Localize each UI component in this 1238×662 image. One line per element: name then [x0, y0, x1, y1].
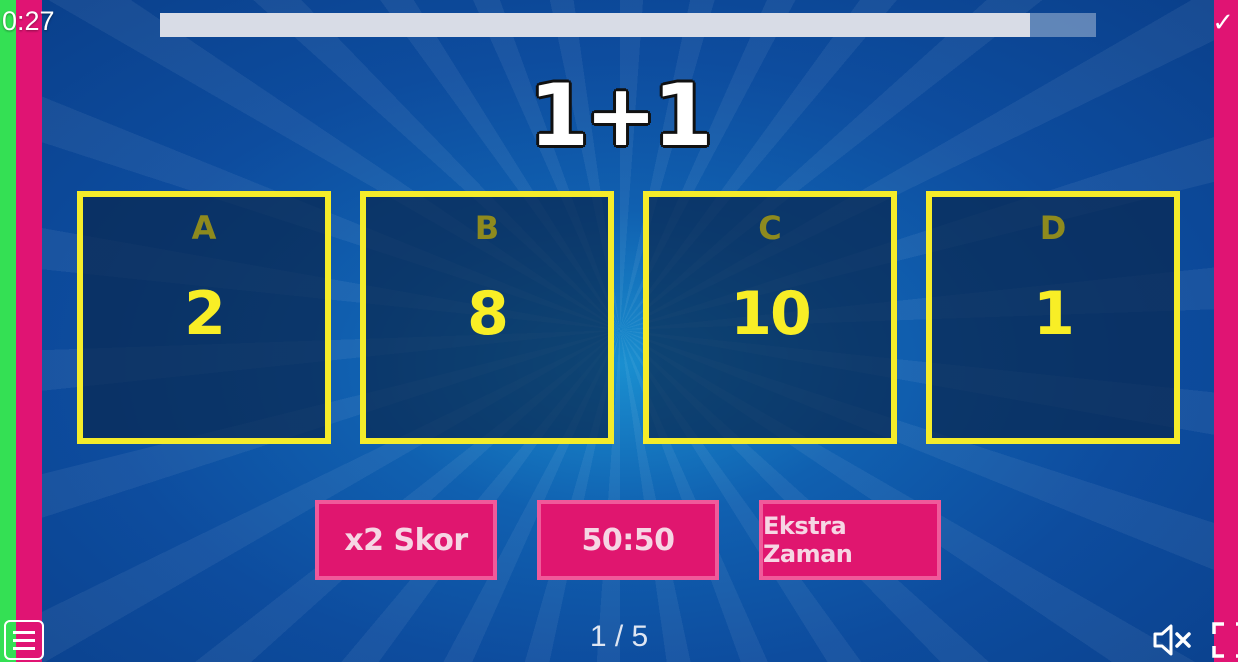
speaker-muted-icon[interactable]	[1152, 622, 1192, 658]
timer: 0:27	[2, 6, 55, 36]
answer-value: 1	[1033, 279, 1075, 349]
double-score-button[interactable]: x2 Skor	[315, 500, 497, 580]
answer-option-d[interactable]: D 1	[926, 191, 1180, 444]
answer-option-b[interactable]: B 8	[360, 191, 614, 444]
answer-option-a[interactable]: A 2	[77, 191, 331, 444]
extra-time-button[interactable]: Ekstra Zaman	[759, 500, 941, 580]
answer-value: 10	[730, 279, 812, 349]
answer-option-c[interactable]: C 10	[643, 191, 897, 444]
answer-value: 2	[184, 279, 226, 349]
answer-letter: D	[1039, 209, 1067, 247]
answer-letter: B	[474, 209, 500, 247]
answer-letter: A	[191, 209, 217, 247]
fifty-fifty-button[interactable]: 50:50	[537, 500, 719, 580]
page-indicator: 1 / 5	[589, 620, 649, 653]
time-progress-bar	[160, 13, 1096, 37]
fullscreen-icon[interactable]	[1210, 620, 1238, 660]
checkmark-icon: ✓	[1212, 8, 1234, 38]
answer-value: 8	[467, 279, 509, 349]
answer-letter: C	[758, 209, 782, 247]
time-progress-fill	[160, 13, 1031, 37]
question-text: 1+1	[529, 66, 713, 166]
